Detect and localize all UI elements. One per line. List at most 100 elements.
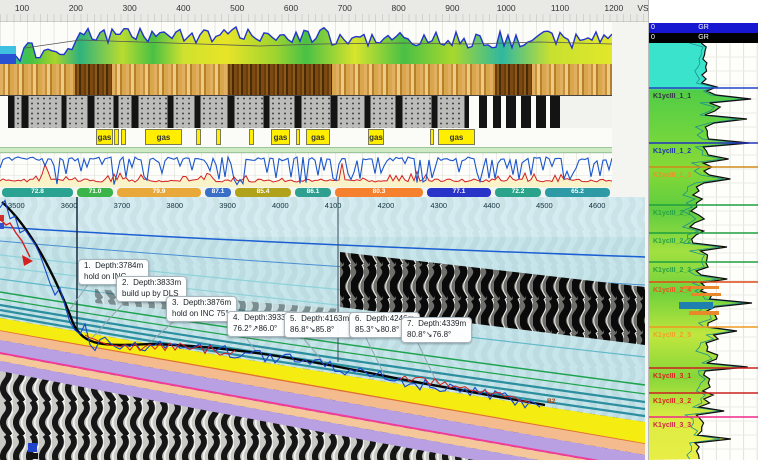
- image-log-track[interactable]: [0, 64, 612, 95]
- ruler-tick: 600: [284, 3, 298, 13]
- lithology-block: [506, 96, 516, 128]
- annotation-note: 86.8°↘85.8°: [290, 325, 349, 336]
- svg-text:K1ycIII_1_2: K1ycIII_1_2: [653, 148, 691, 155]
- lithology-block: [536, 96, 546, 128]
- lithology-block: [94, 96, 114, 128]
- inclination-segment: 65.2: [545, 188, 610, 197]
- lithology-block: [14, 96, 22, 128]
- lithology-block: [493, 96, 501, 128]
- svg-text:4300: 4300: [430, 201, 447, 210]
- lithology-block: [234, 96, 264, 128]
- inclination-bar: 72.871.079.987.185.486.180.377.172.265.2: [0, 188, 612, 197]
- geosteering-app: VS 100 200 300 400 500 600 700 800 900 1000 1100 12…: [0, 0, 760, 460]
- lithology-track[interactable]: [0, 95, 612, 128]
- gas-shows-row: gasgasgasgasgasgas: [0, 128, 612, 147]
- seismic-section-view[interactable]: B2 3500360037003800390040004100420043004…: [0, 197, 645, 460]
- gas-flag: [249, 129, 254, 145]
- inclination-segment: 85.4: [235, 188, 291, 197]
- ruler-tick: 300: [123, 3, 137, 13]
- gas-flag: [296, 129, 300, 145]
- lithology-block: [550, 96, 560, 128]
- lithology-block: [469, 96, 479, 128]
- annotation-note: hold on INC 75°: [172, 309, 231, 320]
- ruler-tick: 400: [176, 3, 190, 13]
- gas-flag: [196, 129, 201, 145]
- inclination-segment: 72.2: [495, 188, 541, 197]
- image-log-dark-zone: [495, 64, 532, 95]
- annotation-depth: 2. Depth:3833m: [122, 278, 181, 289]
- gr-scale-min: 0: [651, 33, 655, 43]
- lithology-block: [337, 96, 365, 128]
- svg-text:K1ycIII_3_3: K1ycIII_3_3: [653, 422, 691, 429]
- ruler-tick: 1100: [551, 3, 569, 13]
- trajectory-annotation[interactable]: 5. Depth:4163m 86.8°↘85.8°: [284, 312, 355, 338]
- lithology-block: [437, 96, 465, 128]
- gr-header-secondary: 0 GR: [649, 33, 758, 43]
- svg-text:4500: 4500: [536, 201, 553, 210]
- ruler-tick: 100: [15, 3, 29, 13]
- lithology-block: [200, 96, 228, 128]
- ruler-tick: 500: [230, 3, 244, 13]
- gr-scale-min: 0: [651, 23, 655, 33]
- lithology-block: [118, 96, 132, 128]
- svg-text:K1ycIII_3_2: K1ycIII_3_2: [653, 398, 691, 405]
- svg-text:3900: 3900: [219, 201, 236, 210]
- lithology-block: [28, 96, 62, 128]
- ruler-tick: 900: [445, 3, 459, 13]
- annotation-depth: 5. Depth:4163m: [290, 314, 349, 325]
- ruler-tickmarks: [0, 14, 648, 22]
- lithology-block: [301, 96, 331, 128]
- gas-flag: [114, 129, 119, 145]
- inclination-segment: 80.3: [335, 188, 423, 197]
- gr-header-primary: 0 GR: [649, 23, 758, 33]
- lithology-block: [0, 96, 8, 128]
- annotation-depth: 1. Depth:3784m: [84, 261, 143, 272]
- svg-text:K1ycIII_3_1: K1ycIII_3_1: [653, 373, 691, 380]
- lithology-block: [479, 96, 487, 128]
- svg-text:K1ycIII_2_3: K1ycIII_2_3: [653, 267, 691, 274]
- svg-text:4000: 4000: [272, 201, 289, 210]
- svg-text:K1ycIII_2_4: K1ycIII_2_4: [653, 287, 691, 294]
- ruler-tick: 700: [338, 3, 352, 13]
- svg-text:4600: 4600: [589, 201, 606, 210]
- inclination-segment: 71.0: [77, 188, 113, 197]
- gas-flag: gas: [306, 129, 330, 145]
- ruler-unit-label: VS: [637, 3, 648, 13]
- ruler-tick: 1000: [497, 3, 516, 13]
- trajectory-annotation[interactable]: 7. Depth:4339m 80.8°↘76.8°: [401, 317, 472, 343]
- image-log-dark-zone: [75, 64, 112, 95]
- annotation-note: 80.8°↘76.8°: [407, 330, 466, 341]
- ruler-tick: 800: [392, 3, 406, 13]
- lithology-block: [66, 96, 88, 128]
- gas-flag: gas: [271, 129, 290, 145]
- lithology-block: [173, 96, 195, 128]
- lithology-block: [521, 96, 531, 128]
- ruler-tick: 200: [69, 3, 83, 13]
- inclination-segment: 86.1: [295, 188, 331, 197]
- annotation-depth: 3. Depth:3876m: [172, 298, 231, 309]
- svg-text:B2: B2: [547, 398, 556, 405]
- gr-curve-track[interactable]: [0, 22, 612, 64]
- lithology-block: [138, 96, 168, 128]
- lithology-block: [402, 96, 432, 128]
- svg-text:K1ycIII_1_3: K1ycIII_1_3: [653, 172, 691, 179]
- type-log-gr-track[interactable]: K1ycIII_1_1 K1ycIII_1_2 K1ycIII_1_3 K1yc…: [649, 43, 758, 460]
- image-log-dark-zone: [228, 64, 332, 95]
- svg-text:4400: 4400: [483, 201, 500, 210]
- resistivity-curve-track[interactable]: [0, 153, 612, 187]
- inclination-segment: 72.8: [2, 188, 73, 197]
- gas-flag: gas: [145, 129, 182, 145]
- svg-text:4100: 4100: [325, 201, 342, 210]
- svg-text:K1ycIII_1_1: K1ycIII_1_1: [653, 93, 691, 100]
- svg-text:K1ycIII_2_2: K1ycIII_2_2: [653, 238, 691, 245]
- gas-flag: [121, 129, 126, 145]
- gas-flag: gas: [438, 129, 475, 145]
- svg-text:3800: 3800: [166, 201, 183, 210]
- svg-text:3600: 3600: [61, 201, 78, 210]
- svg-text:K1ycIII_2_5: K1ycIII_2_5: [653, 332, 691, 339]
- gas-flag: [430, 129, 434, 145]
- inclination-segment: 79.9: [117, 188, 201, 197]
- ruler-tick: 1200: [604, 3, 623, 13]
- svg-text:4200: 4200: [378, 201, 395, 210]
- gas-flag: [216, 129, 221, 145]
